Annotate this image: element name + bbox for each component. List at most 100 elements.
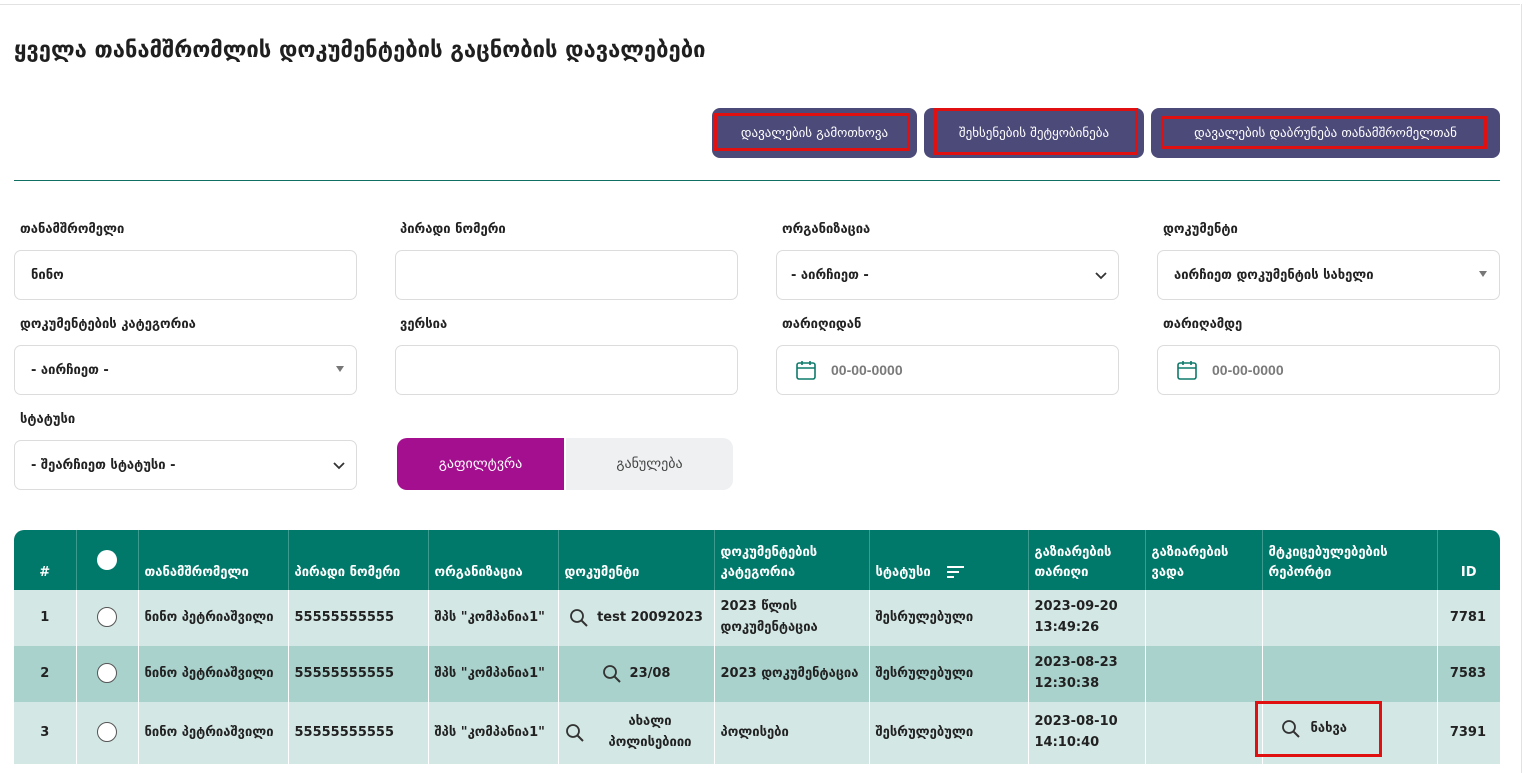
reset-button[interactable]: განულება xyxy=(566,438,733,490)
row-document-cell: ახალი პოლისებიიი xyxy=(558,702,715,764)
table-row[interactable]: 2 ნინო პეტრიაშვილი 55555555555 შპს "კომპ… xyxy=(14,646,1500,702)
caret-down-icon xyxy=(336,366,344,372)
row-select-cell xyxy=(76,590,139,646)
row-id: 7391 xyxy=(1437,702,1500,764)
row-select-cell xyxy=(76,702,139,764)
date-from-placeholder: 00-00-0000 xyxy=(831,362,903,378)
col-header-status-label: სტატუსი xyxy=(875,564,931,580)
row-num: 3 xyxy=(14,702,77,764)
col-header-num: # xyxy=(14,530,77,590)
search-icon xyxy=(1281,720,1300,739)
employee-input[interactable]: ნინო xyxy=(14,250,357,300)
select-all-radio[interactable] xyxy=(97,549,117,570)
employee-input-value: ნინო xyxy=(31,267,64,283)
version-input[interactable] xyxy=(395,345,738,395)
row-document[interactable]: 23/08 xyxy=(630,664,671,685)
table-row[interactable]: 3 ნინო პეტრიაშვილი 55555555555 შპს "კომპ… xyxy=(14,702,1500,764)
date-from-input[interactable]: 00-00-0000 xyxy=(776,345,1119,395)
row-proof-report xyxy=(1262,590,1438,646)
col-header-category[interactable]: დოკუმენტების კატეგორია xyxy=(714,530,870,590)
row-share-date: 2023-08-10 14:10:40 xyxy=(1028,702,1146,764)
status-label: სტატუსი xyxy=(20,412,76,427)
row-category: 2023 დოკუმენტაცია xyxy=(714,646,870,702)
col-header-organization[interactable]: ორგანიზაცია xyxy=(428,530,559,590)
search-icon[interactable] xyxy=(565,723,585,743)
filter-button[interactable]: გაფილტვრა xyxy=(397,438,564,490)
document-select-value: აირჩიეთ დოკუმენტის სახელი xyxy=(1174,267,1374,283)
document-select[interactable]: აირჩიეთ დოკუმენტის სახელი xyxy=(1157,250,1500,300)
row-category: პოლისები xyxy=(714,702,870,764)
category-select-value: - აირჩიეთ - xyxy=(31,362,109,378)
search-icon[interactable] xyxy=(569,608,589,628)
date-to-input[interactable]: 00-00-0000 xyxy=(1157,345,1500,395)
caret-down-icon xyxy=(1479,271,1487,277)
row-select-cell xyxy=(76,646,139,702)
row-document[interactable]: test 20092023 xyxy=(597,608,703,629)
calendar-icon xyxy=(796,361,816,380)
row-proof-report xyxy=(1262,646,1438,702)
col-header-select xyxy=(76,530,139,590)
row-share-deadline xyxy=(1145,702,1263,764)
search-icon[interactable] xyxy=(602,664,622,684)
row-category: 2023 წლის დოკუმენტაცია xyxy=(714,590,870,646)
row-personal-number: 55555555555 xyxy=(288,646,429,702)
calendar-icon xyxy=(1177,361,1197,380)
row-num: 1 xyxy=(14,590,77,646)
status-select[interactable]: - შეარჩიეთ სტატუსი - xyxy=(14,440,357,490)
row-status: შესრულებული xyxy=(869,702,1029,764)
row-id: 7781 xyxy=(1437,590,1500,646)
row-select-radio[interactable] xyxy=(97,722,117,743)
row-status: შესრულებული xyxy=(869,646,1029,702)
organization-label: ორგანიზაცია xyxy=(782,222,871,237)
return-task-button[interactable]: დავალების დაბრუნება თანამშრომელთან xyxy=(1151,108,1500,158)
col-header-employee[interactable]: თანამშრომელი xyxy=(138,530,289,590)
organization-select[interactable]: - აირჩიეთ - xyxy=(776,250,1119,300)
organization-select-value: - აირჩიეთ - xyxy=(791,267,869,283)
col-header-document[interactable]: დოკუმენტი xyxy=(558,530,715,590)
row-id: 7583 xyxy=(1437,646,1500,702)
col-header-id[interactable]: ID xyxy=(1437,530,1500,590)
col-header-share-date[interactable]: გაზიარების თარიღი xyxy=(1028,530,1146,590)
row-organization: შპს "კომპანია1" xyxy=(428,646,559,702)
revoke-task-button[interactable]: დავალების გამოთხოვა xyxy=(712,108,917,158)
row-share-date: 2023-08-23 12:30:38 xyxy=(1028,646,1146,702)
row-document[interactable]: ახალი პოლისებიიი xyxy=(593,712,708,754)
row-organization: შპს "კომპანია1" xyxy=(428,590,559,646)
personal-number-input[interactable] xyxy=(395,250,738,300)
table-row[interactable]: 1 ნინო პეტრიაშვილი 55555555555 შპს "კომპ… xyxy=(14,590,1500,646)
row-select-radio[interactable] xyxy=(97,663,117,684)
row-organization: შპს "კომპანია1" xyxy=(428,702,559,764)
date-from-label: თარიღიდან xyxy=(782,317,862,332)
col-header-status[interactable]: სტატუსი xyxy=(869,530,1029,590)
row-status: შესრულებული xyxy=(869,590,1029,646)
category-label: დოკუმენტების კატეგორია xyxy=(20,317,196,332)
page-title: ყველა თანამშრომლის დოკუმენტების გაცნობის… xyxy=(14,38,706,63)
version-label: ვერსია xyxy=(400,317,448,332)
employee-label: თანამშრომელი xyxy=(20,222,125,237)
row-employee: ნინო პეტრიაშვილი xyxy=(138,702,289,764)
section-divider xyxy=(14,180,1500,181)
view-report-label: ნახვა xyxy=(1310,720,1348,736)
col-header-personal-number[interactable]: პირადი ნომერი xyxy=(288,530,429,590)
sort-icon[interactable] xyxy=(947,565,965,579)
status-select-value: - შეარჩიეთ სტატუსი - xyxy=(31,457,176,473)
row-proof-report-cell: ნახვა xyxy=(1262,702,1438,764)
row-share-date: 2023-09-20 13:49:26 xyxy=(1028,590,1146,646)
frame-right-border xyxy=(1521,4,1522,773)
date-to-placeholder: 00-00-0000 xyxy=(1212,362,1284,378)
row-select-radio[interactable] xyxy=(97,607,117,628)
row-document-cell: test 20092023 xyxy=(558,590,715,646)
col-header-share-deadline[interactable]: გაზიარების ვადა xyxy=(1145,530,1263,590)
row-employee: ნინო პეტრიაშვილი xyxy=(138,590,289,646)
row-employee: ნინო პეტრიაშვილი xyxy=(138,646,289,702)
view-report-link[interactable]: ნახვა xyxy=(1281,719,1348,740)
category-select[interactable]: - აირჩიეთ - xyxy=(14,345,357,395)
reminder-notification-button[interactable]: შეხსენების შეტყობინება xyxy=(924,108,1144,158)
date-to-label: თარიღამდე xyxy=(1163,317,1243,332)
col-header-proof-report[interactable]: მტკიცებულებების რეპორტი xyxy=(1262,530,1438,590)
table-header-row: # თანამშრომელი პირადი ნომერი ორგანიზაცია… xyxy=(14,530,1500,590)
personal-number-label: პირადი ნომერი xyxy=(400,222,506,237)
chevron-down-icon xyxy=(333,462,345,470)
row-num: 2 xyxy=(14,646,77,702)
row-share-deadline xyxy=(1145,590,1263,646)
